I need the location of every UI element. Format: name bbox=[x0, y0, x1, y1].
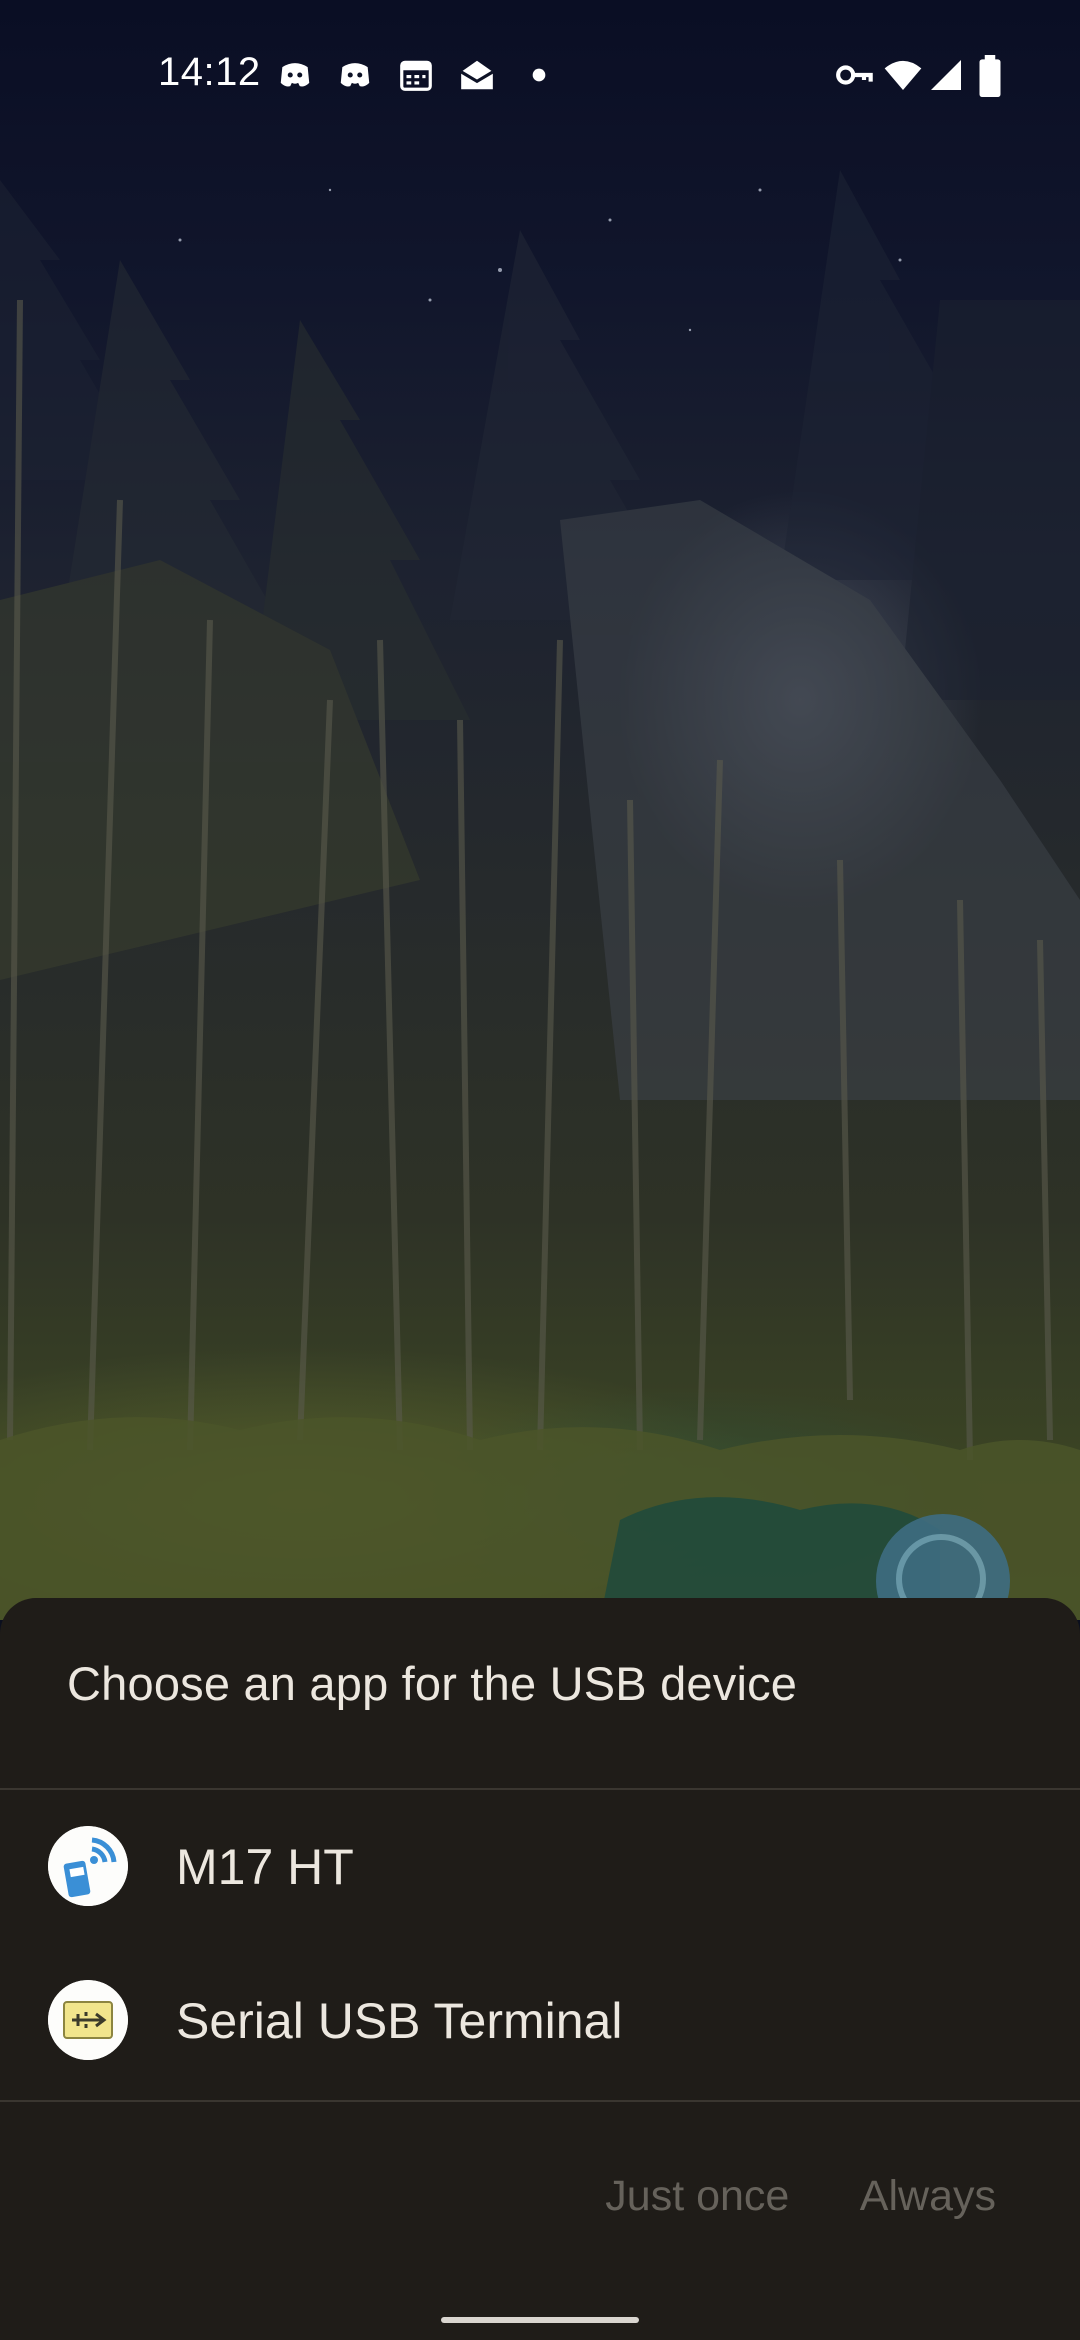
calendar-icon bbox=[400, 60, 432, 91]
cell-signal-icon bbox=[931, 60, 961, 90]
always-button[interactable]: Always bbox=[860, 2172, 996, 2221]
status-bar: 14:12 bbox=[0, 0, 1080, 150]
status-time: 14:12 bbox=[158, 50, 261, 94]
dot-icon bbox=[532, 68, 546, 82]
wallpaper bbox=[0, 0, 1080, 1620]
just-once-button[interactable]: Just once bbox=[605, 2172, 789, 2221]
app-label-m17-ht: M17 HT bbox=[176, 1839, 354, 1895]
vpn-key-icon bbox=[836, 65, 873, 85]
discord-icon bbox=[340, 63, 370, 87]
wifi-icon bbox=[884, 60, 922, 90]
discord-icon bbox=[280, 63, 310, 87]
app-label-serial-usb-terminal: Serial USB Terminal bbox=[176, 1993, 623, 2049]
dialog-actions: Just once Always bbox=[539, 2172, 996, 2221]
serial-usb-terminal-app-icon bbox=[48, 1980, 128, 2060]
m17-ht-app-icon bbox=[48, 1826, 128, 1906]
app-option-m17-ht[interactable]: M17 HT bbox=[0, 1790, 1080, 1942]
forest-silhouette bbox=[0, 170, 1080, 1620]
app-option-serial-usb-terminal[interactable]: Serial USB Terminal bbox=[0, 1944, 1080, 2096]
gesture-nav-handle[interactable] bbox=[441, 2317, 639, 2323]
dialog-title: Choose an app for the USB device bbox=[67, 1657, 798, 1710]
battery-icon bbox=[979, 55, 1001, 97]
mail-open-icon bbox=[460, 60, 494, 90]
divider-bottom bbox=[0, 2100, 1080, 2102]
usb-app-chooser-sheet: Choose an app for the USB device M17 HT … bbox=[0, 1598, 1080, 2340]
